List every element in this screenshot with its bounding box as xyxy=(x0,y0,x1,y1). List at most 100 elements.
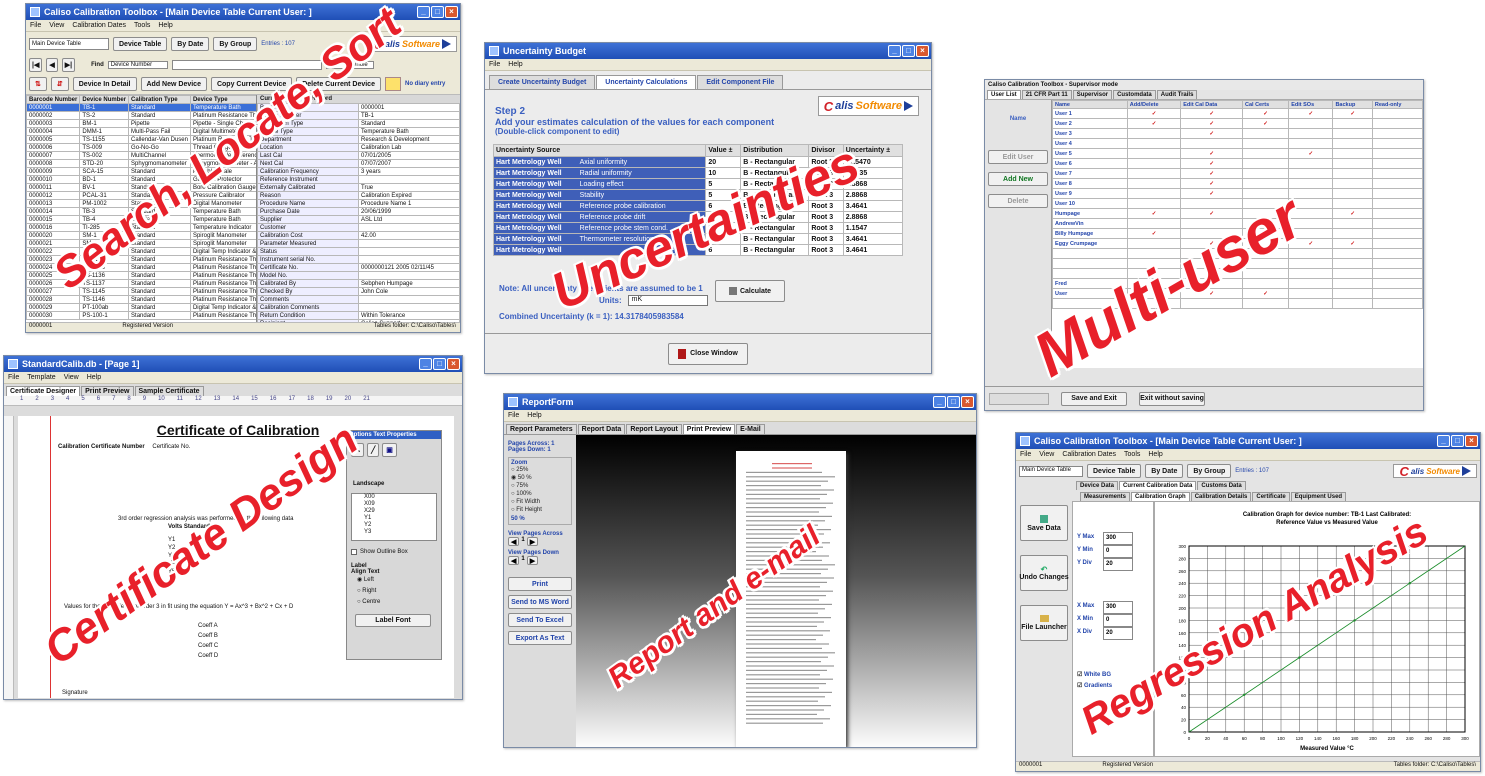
permission-checkbox[interactable] xyxy=(1332,188,1373,199)
permission-checkbox[interactable] xyxy=(1371,208,1423,219)
send-to-word-button[interactable]: Send to MS Word xyxy=(508,595,572,609)
permission-checkbox[interactable] xyxy=(1126,198,1182,209)
record-value[interactable]: ASL Ltd xyxy=(358,215,460,224)
permission-checkbox[interactable] xyxy=(1288,248,1334,259)
tab[interactable]: 21 CFR Part 11 xyxy=(1021,90,1072,99)
permission-checkbox[interactable]: ✓ xyxy=(1180,178,1243,189)
permission-checkbox[interactable] xyxy=(1241,248,1290,259)
permission-checkbox[interactable]: ✓ xyxy=(1288,148,1334,159)
permission-checkbox[interactable] xyxy=(1241,238,1290,249)
save-data-button[interactable]: Save Data xyxy=(1020,505,1068,541)
permission-checkbox[interactable] xyxy=(1332,278,1373,289)
maximize-icon[interactable]: □ xyxy=(902,45,915,57)
user-row[interactable]: User 8 ✓ xyxy=(1052,178,1423,189)
user-row[interactable]: AndrewVin xyxy=(1052,218,1423,229)
xdiv-input[interactable]: 20 xyxy=(1103,627,1133,640)
align-radio[interactable]: ◉ Left xyxy=(357,575,441,586)
gradient-checkbox[interactable]: ☑ xyxy=(1077,683,1084,689)
table-row[interactable]: 0000001TB-1StandardTemperature BathResea… xyxy=(26,103,256,112)
permission-checkbox[interactable] xyxy=(1288,178,1334,189)
titlebar[interactable]: Caliso Calibration Toolbox - [Main Devic… xyxy=(1016,433,1480,449)
maximize-icon[interactable]: □ xyxy=(433,358,446,370)
diary-icon[interactable] xyxy=(384,77,401,91)
table-row[interactable]: 0000029 PT-100ab Standard Digital Temp Indi… xyxy=(26,303,256,312)
table-row[interactable]: 0000010BD-1StandardGas Ball ProtectorCon… xyxy=(26,175,256,184)
permission-checkbox[interactable] xyxy=(1371,178,1423,189)
permission-checkbox[interactable]: ✓ xyxy=(1180,128,1243,139)
permission-checkbox[interactable]: ✓ xyxy=(1180,168,1243,179)
table-row[interactable]: Hart Metrology Well Reference probe drift… xyxy=(492,211,904,223)
permission-checkbox[interactable] xyxy=(1288,138,1334,149)
tab[interactable]: Supervisor xyxy=(1072,90,1113,99)
permission-checkbox[interactable] xyxy=(1332,218,1373,229)
permission-checkbox[interactable] xyxy=(1288,288,1334,299)
permission-checkbox[interactable]: ✓ xyxy=(1288,238,1334,249)
permission-checkbox[interactable] xyxy=(1371,158,1423,169)
table-row[interactable]: 0000012 PCAL-31 Standard Pressure Calibrato… xyxy=(26,191,256,200)
table-row[interactable]: Hart Metrology Well 6 B - Rectangular Root … xyxy=(492,244,904,256)
table-row[interactable]: Hart Metrology Well Stability 5 B - Rectang… xyxy=(492,189,904,201)
record-value[interactable]: 0000000121 2005 02/11/45 xyxy=(358,263,460,272)
table-row[interactable]: Hart Metrology Well Reference probe calib… xyxy=(492,200,904,212)
tab[interactable]: Audit Trails xyxy=(1156,90,1198,99)
minimize-icon[interactable]: _ xyxy=(417,6,430,18)
permission-checkbox[interactable] xyxy=(1371,148,1423,159)
record-value[interactable]: Procedure Name 1 xyxy=(358,199,460,208)
record-value[interactable]: 20/06/1999 xyxy=(358,207,460,216)
permission-checkbox[interactable]: ✓ xyxy=(1180,158,1243,169)
permission-checkbox[interactable] xyxy=(1241,128,1290,139)
column-header[interactable]: Device Type xyxy=(189,95,256,104)
find-input[interactable] xyxy=(171,60,322,70)
permission-checkbox[interactable] xyxy=(1126,238,1182,249)
permission-checkbox[interactable] xyxy=(1288,128,1334,139)
permission-checkbox[interactable] xyxy=(1180,138,1243,149)
record-value[interactable]: 0000001 xyxy=(358,103,460,112)
permission-checkbox[interactable] xyxy=(1371,128,1423,139)
sort-icon[interactable]: ⇅ xyxy=(29,77,47,91)
permission-checkbox[interactable] xyxy=(1180,298,1243,309)
permission-checkbox[interactable] xyxy=(1332,178,1373,189)
down-stepper[interactable]: ◀ 1 ▶ xyxy=(508,556,572,565)
image-tool-icon[interactable]: ▣ xyxy=(382,443,397,457)
permission-checkbox[interactable] xyxy=(1241,138,1290,149)
permission-checkbox[interactable] xyxy=(1332,258,1373,269)
permission-checkbox[interactable] xyxy=(1126,178,1182,189)
table-select[interactable]: Main Device Table xyxy=(1019,465,1083,477)
menu-item[interactable]: File xyxy=(8,372,19,383)
whole-select[interactable]: Whole xyxy=(349,61,374,69)
permission-checkbox[interactable] xyxy=(1126,218,1182,229)
permission-checkbox[interactable] xyxy=(1241,168,1290,179)
table-row[interactable]: 0000026 TS-1137 Standard Platinum Resistanc… xyxy=(26,279,256,288)
permission-checkbox[interactable] xyxy=(1371,218,1423,229)
tab[interactable]: Device Data xyxy=(1076,481,1119,490)
tab[interactable]: Report Layout xyxy=(626,424,682,434)
tab[interactable]: Report Parameters xyxy=(506,424,577,434)
record-value[interactable]: Standard xyxy=(358,119,460,128)
user-row[interactable]: User 1 ✓ ✓ ✓ ✓ ✓ xyxy=(1052,108,1423,119)
table-row[interactable]: 0000011 BV-1 Standard Bore Calibration Gaug… xyxy=(26,183,256,192)
menu-item[interactable]: Help xyxy=(1148,449,1162,460)
table-row[interactable]: 0000024 TS-1135 Standard Platinum Resistanc… xyxy=(26,263,256,272)
send-to-excel-button[interactable]: Send To Excel xyxy=(508,613,572,627)
permission-checkbox[interactable] xyxy=(1371,198,1423,209)
table-select[interactable]: Main Device Table xyxy=(29,38,109,50)
minimize-icon[interactable]: _ xyxy=(419,358,432,370)
tab[interactable]: Current Calibration Data xyxy=(1119,481,1197,490)
record-value[interactable]: 42.00 xyxy=(358,231,460,240)
table-row[interactable]: 0000013PM-1002StandardDigital ManometerC… xyxy=(26,199,256,208)
menu-item[interactable]: View xyxy=(64,372,79,383)
permission-checkbox[interactable] xyxy=(1332,148,1373,159)
permission-checkbox[interactable]: ✓ xyxy=(1180,288,1243,299)
menu-item[interactable]: File xyxy=(30,20,41,31)
tab[interactable]: Customdata xyxy=(1113,90,1156,99)
permission-checkbox[interactable] xyxy=(1241,278,1290,289)
ydiv-input[interactable]: 20 xyxy=(1103,558,1133,571)
permission-checkbox[interactable] xyxy=(1126,138,1182,149)
column-header[interactable]: Calibration Type xyxy=(128,95,191,104)
record-value[interactable] xyxy=(358,303,460,312)
add-new-device-button[interactable]: Add New Device xyxy=(140,77,207,91)
titlebar[interactable]: Uncertainty Budget _ □ × xyxy=(485,43,931,59)
user-row[interactable]: Fred ✓ ✓ xyxy=(1052,278,1423,289)
tab[interactable]: Print Preview xyxy=(682,424,736,434)
ymax-input[interactable]: 300 xyxy=(1103,532,1133,545)
